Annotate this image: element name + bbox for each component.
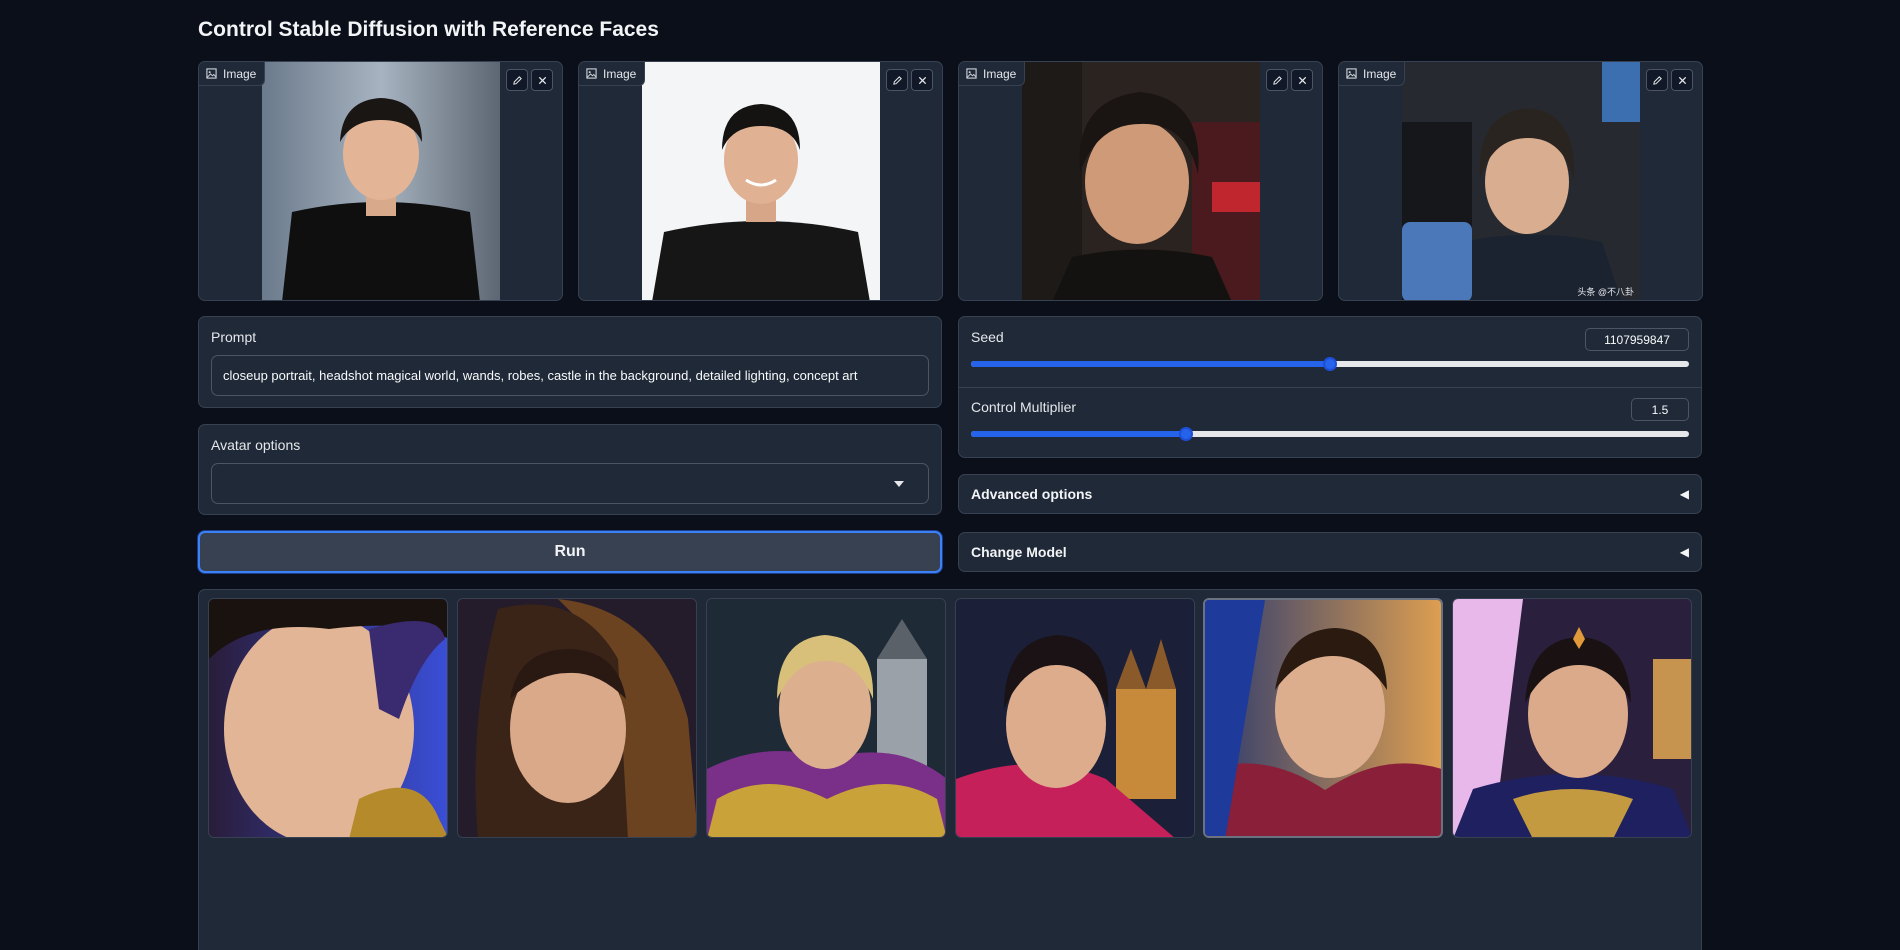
reference-image-4[interactable]: Image 头条 @不八卦 xyxy=(1338,61,1703,301)
control-multiplier-slider-thumb[interactable] xyxy=(1179,427,1194,441)
pencil-icon xyxy=(1652,75,1662,85)
image-icon xyxy=(206,68,217,79)
advanced-options-label: Advanced options xyxy=(971,486,1093,502)
prompt-panel: Prompt closeup portrait, headshot magica… xyxy=(198,316,942,408)
reference-image-3[interactable]: Image xyxy=(958,61,1323,301)
remove-image-button[interactable] xyxy=(1291,69,1313,91)
sliders-panel: Seed 1107959847 Control Multiplier 1.5 xyxy=(958,316,1702,458)
avatar-options-panel: Avatar options xyxy=(198,424,942,515)
advanced-options-accordion[interactable]: Advanced options ◀ xyxy=(958,474,1702,514)
edit-image-button[interactable] xyxy=(886,69,908,91)
control-multiplier-slider-track[interactable] xyxy=(971,431,1689,437)
seed-number-input[interactable]: 1107959847 xyxy=(1585,328,1689,351)
watermark-text: 头条 @不八卦 xyxy=(1577,287,1634,297)
pencil-icon xyxy=(1272,75,1282,85)
pencil-icon xyxy=(892,75,902,85)
collapse-arrow-icon: ◀ xyxy=(1679,487,1689,501)
prompt-input[interactable]: closeup portrait, headshot magical world… xyxy=(211,355,929,396)
image-label: Image xyxy=(1339,62,1406,86)
chevron-down-icon xyxy=(894,481,904,487)
gallery-image-5[interactable] xyxy=(1203,598,1443,838)
control-multiplier-label: Control Multiplier xyxy=(971,399,1077,415)
image-label: Image xyxy=(579,62,646,86)
seed-slider-thumb[interactable] xyxy=(1323,357,1337,371)
run-button[interactable]: Run xyxy=(198,531,942,573)
remove-image-button[interactable] xyxy=(531,69,553,91)
close-icon xyxy=(538,76,546,84)
close-icon xyxy=(1678,76,1686,84)
image-label: Image xyxy=(199,62,266,86)
divider xyxy=(959,387,1701,388)
reference-image-1[interactable]: Image xyxy=(198,61,563,301)
control-multiplier-number-input[interactable]: 1.5 xyxy=(1631,398,1689,421)
reference-photo: 头条 @不八卦 xyxy=(1402,62,1640,300)
seed-label: Seed xyxy=(971,329,1004,345)
change-model-accordion[interactable]: Change Model ◀ xyxy=(958,532,1702,572)
image-icon xyxy=(586,68,597,79)
close-icon xyxy=(918,76,926,84)
remove-image-button[interactable] xyxy=(1671,69,1693,91)
gallery-image-2[interactable] xyxy=(457,598,697,838)
gallery-image-3[interactable] xyxy=(706,598,946,838)
close-icon xyxy=(1298,76,1306,84)
gallery-image-6[interactable] xyxy=(1452,598,1692,838)
image-label: Image xyxy=(959,62,1026,86)
reference-photo xyxy=(1022,62,1260,300)
reference-photo xyxy=(262,62,500,300)
edit-image-button[interactable] xyxy=(1646,69,1668,91)
prompt-label: Prompt xyxy=(211,329,257,345)
edit-image-button[interactable] xyxy=(1266,69,1288,91)
page-title: Control Stable Diffusion with Reference … xyxy=(198,18,659,41)
avatar-options-dropdown[interactable] xyxy=(211,463,929,504)
reference-image-2[interactable]: Image xyxy=(578,61,943,301)
reference-photo xyxy=(642,62,880,300)
remove-image-button[interactable] xyxy=(911,69,933,91)
avatar-options-label: Avatar options xyxy=(211,437,301,453)
gallery-image-1[interactable] xyxy=(208,598,448,838)
edit-image-button[interactable] xyxy=(506,69,528,91)
gallery-image-4[interactable] xyxy=(955,598,1195,838)
collapse-arrow-icon: ◀ xyxy=(1679,545,1689,559)
control-multiplier-slider-fill xyxy=(971,431,1187,437)
change-model-label: Change Model xyxy=(971,544,1067,560)
pencil-icon xyxy=(512,75,522,85)
image-icon xyxy=(1346,68,1357,79)
image-icon xyxy=(966,68,977,79)
seed-slider-fill xyxy=(971,361,1330,367)
